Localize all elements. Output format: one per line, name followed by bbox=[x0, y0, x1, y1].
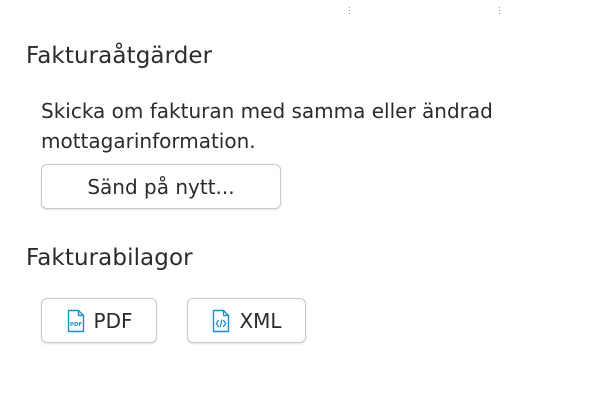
decorative-dot bbox=[499, 7, 500, 15]
pdf-attachment-button[interactable]: PDF PDF bbox=[41, 298, 157, 343]
xml-attachment-label: XML bbox=[239, 308, 282, 333]
decorative-dot bbox=[349, 7, 350, 15]
pdf-file-icon: PDF bbox=[66, 309, 86, 333]
pdf-attachment-label: PDF bbox=[93, 308, 133, 333]
resend-description: Skicka om fakturan med samma eller ändra… bbox=[41, 99, 493, 153]
resend-button[interactable]: Sänd på nytt... bbox=[41, 164, 281, 209]
resend-button-label: Sänd på nytt... bbox=[87, 174, 235, 199]
code-file-icon bbox=[211, 309, 231, 333]
invoice-attachments-title: Fakturabilagor bbox=[26, 245, 193, 271]
invoice-actions-title: Fakturaåtgärder bbox=[26, 43, 213, 69]
svg-text:PDF: PDF bbox=[69, 322, 82, 328]
xml-attachment-button[interactable]: XML bbox=[187, 298, 306, 343]
